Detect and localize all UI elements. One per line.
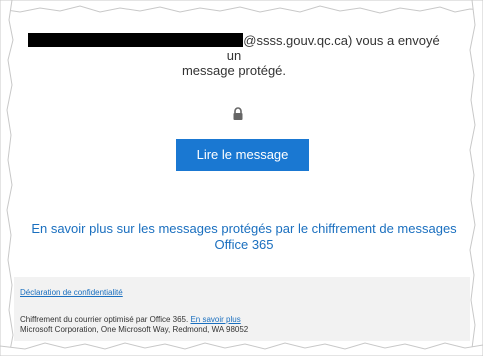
sender-suffix: @ssss.gouv.qc.ca) vous a envoyé un — [226, 33, 440, 63]
encryption-text: Chiffrement du courrier optimisé par Off… — [20, 315, 189, 324]
footer: Déclaration de confidentialité Chiffreme… — [14, 277, 470, 341]
redacted-sender-name — [28, 33, 244, 47]
lock-icon — [233, 107, 243, 120]
encryption-notice: Chiffrement du courrier optimisé par Off… — [20, 315, 241, 324]
learn-more-protected-messages-link[interactable]: En savoir plus sur les messages protégés… — [30, 221, 458, 253]
read-message-button[interactable]: Lire le message — [176, 139, 309, 171]
sender-message: @ssss.gouv.qc.ca) vous a envoyé un messa… — [24, 33, 444, 78]
screenshot-page: @ssss.gouv.qc.ca) vous a envoyé un messa… — [0, 0, 483, 356]
company-address: Microsoft Corporation, One Microsoft Way… — [20, 325, 249, 334]
sender-second-line: message protégé. — [181, 63, 287, 78]
privacy-statement-link[interactable]: Déclaration de confidentialité — [20, 288, 123, 297]
learn-more-link[interactable]: En savoir plus — [190, 315, 240, 324]
